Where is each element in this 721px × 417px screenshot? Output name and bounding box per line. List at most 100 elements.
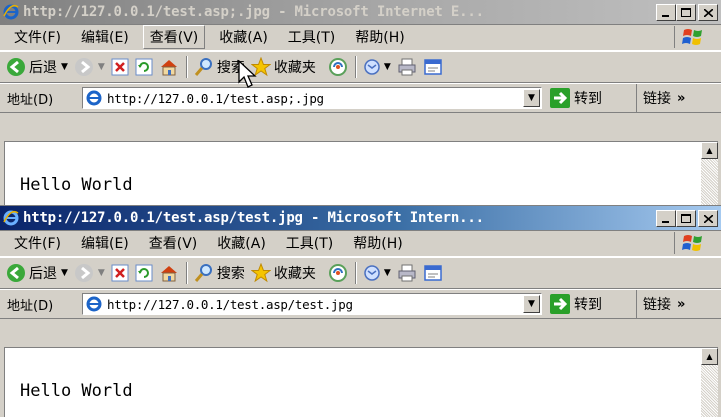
go-button[interactable]: 转到 (550, 294, 602, 314)
mail-button[interactable]: ▼ (363, 264, 391, 282)
stop-button[interactable] (111, 58, 129, 76)
media-button[interactable] (328, 57, 348, 77)
forward-button[interactable]: ▼ (74, 263, 105, 283)
dropdown-arrow-icon[interactable]: ▼ (61, 268, 68, 278)
search-label: 搜索 (216, 266, 245, 282)
mail-icon (364, 59, 380, 75)
search-icon (194, 58, 212, 76)
address-dropdown-button[interactable]: ▼ (523, 89, 540, 107)
windows-flag-icon (682, 29, 702, 45)
menu-help[interactable]: 帮助(H) (347, 231, 408, 255)
home-button[interactable] (159, 58, 179, 76)
address-url: http://127.0.0.1/test.asp;.jpg (107, 90, 324, 106)
menu-favorites[interactable]: 收藏(A) (213, 25, 274, 49)
menu-file[interactable]: 文件(F) (8, 25, 67, 49)
favorites-button[interactable]: 收藏夹 (250, 57, 316, 77)
ie-logo-icon (3, 4, 19, 20)
favorites-button[interactable]: 收藏夹 (250, 263, 316, 283)
vertical-scrollbar[interactable]: ▲ (701, 348, 718, 417)
stop-icon (111, 264, 129, 282)
forward-button[interactable]: ▼ (74, 57, 105, 77)
back-icon (7, 264, 25, 282)
menu-tools[interactable]: 工具(T) (282, 25, 341, 49)
toolbar-separator (354, 262, 357, 284)
menu-file[interactable]: 文件(F) (8, 231, 67, 255)
favorites-label: 收藏夹 (273, 60, 316, 76)
stop-button[interactable] (111, 264, 129, 282)
menu-edit[interactable]: 编辑(E) (75, 231, 135, 255)
address-input[interactable]: http://127.0.0.1/test.asp/test.jpg ▼ (82, 293, 542, 315)
back-label: 后退 (29, 60, 57, 76)
page-content[interactable]: Hello World ▲ (4, 347, 718, 417)
maximize-icon (681, 8, 691, 17)
back-icon (7, 58, 25, 76)
back-button[interactable]: 后退 ▼ (6, 57, 68, 77)
address-input[interactable]: http://127.0.0.1/test.asp;.jpg ▼ (82, 87, 542, 109)
menu-help[interactable]: 帮助(H) (349, 25, 410, 49)
close-button[interactable] (698, 4, 718, 21)
mail-button[interactable]: ▼ (363, 58, 391, 76)
dropdown-arrow-icon[interactable]: ▼ (98, 62, 105, 72)
home-icon (160, 60, 177, 76)
scroll-up-button[interactable]: ▲ (701, 348, 718, 365)
close-icon (703, 8, 713, 17)
menu-view[interactable]: 查看(V) (143, 231, 204, 255)
dropdown-arrow-icon[interactable]: ▼ (384, 268, 391, 278)
print-button[interactable] (397, 58, 417, 76)
windows-throbber (674, 232, 711, 254)
home-button[interactable] (159, 264, 179, 282)
address-url: http://127.0.0.1/test.asp/test.jpg (107, 296, 353, 312)
menu-edit[interactable]: 编辑(E) (75, 25, 135, 49)
standard-toolbar: 后退 ▼ ▼ 搜索 收藏夹 ▼ (0, 51, 721, 83)
links-toolbar[interactable]: 链接 » (636, 290, 685, 318)
dropdown-arrow-icon[interactable]: ▼ (61, 62, 68, 72)
back-button[interactable]: 后退 ▼ (6, 263, 68, 283)
links-label: 链接 (643, 91, 671, 107)
close-icon (703, 214, 713, 223)
menu-tools[interactable]: 工具(T) (280, 231, 339, 255)
vertical-scrollbar[interactable]: ▲ (701, 142, 718, 205)
close-button[interactable] (698, 210, 718, 227)
edit-icon (424, 265, 442, 281)
address-bar: 地址(D) http://127.0.0.1/test.asp/test.jpg… (0, 289, 721, 319)
links-toolbar[interactable]: 链接 » (636, 84, 685, 112)
ie-window-front: http://127.0.0.1/test.asp/test.jpg - Mic… (0, 205, 721, 417)
media-icon (328, 264, 347, 282)
refresh-button[interactable] (135, 58, 153, 76)
maximize-button[interactable] (676, 210, 696, 227)
minimize-button[interactable] (656, 4, 676, 21)
window-title: http://127.0.0.1/test.asp;.jpg - Microso… (23, 4, 484, 20)
forward-icon (74, 264, 93, 282)
scroll-up-button[interactable]: ▲ (701, 142, 718, 159)
go-icon (550, 294, 570, 314)
dropdown-arrow-icon[interactable]: ▼ (384, 62, 391, 72)
menu-favorites[interactable]: 收藏(A) (211, 231, 272, 255)
forward-icon (74, 58, 93, 76)
address-dropdown-button[interactable]: ▼ (523, 295, 540, 313)
title-bar[interactable]: http://127.0.0.1/test.asp;.jpg - Microso… (0, 0, 721, 24)
go-button[interactable]: 转到 (550, 88, 602, 108)
address-label: 地址(D) (7, 298, 54, 314)
windows-flag-icon (682, 235, 702, 251)
search-button[interactable]: 搜索 (194, 263, 245, 283)
edit-button[interactable] (423, 58, 443, 76)
menu-view[interactable]: 查看(V) (142, 25, 206, 49)
edit-button[interactable] (423, 264, 443, 282)
links-chevron[interactable]: » (677, 297, 685, 312)
refresh-button[interactable] (135, 264, 153, 282)
maximize-icon (681, 214, 691, 223)
go-label: 转到 (574, 91, 602, 107)
page-content[interactable]: Hello World ▲ (4, 141, 718, 205)
page-icon (86, 296, 102, 312)
minimize-button[interactable] (656, 210, 676, 227)
maximize-button[interactable] (676, 4, 696, 21)
toolbar-separator (354, 56, 357, 78)
links-chevron[interactable]: » (677, 91, 685, 106)
title-bar[interactable]: http://127.0.0.1/test.asp/test.jpg - Mic… (0, 206, 721, 230)
page-icon (86, 90, 102, 106)
dropdown-arrow-icon[interactable]: ▼ (98, 268, 105, 278)
media-icon (328, 58, 347, 76)
print-button[interactable] (397, 264, 417, 282)
media-button[interactable] (328, 263, 348, 283)
toolbar-separator (185, 56, 188, 78)
